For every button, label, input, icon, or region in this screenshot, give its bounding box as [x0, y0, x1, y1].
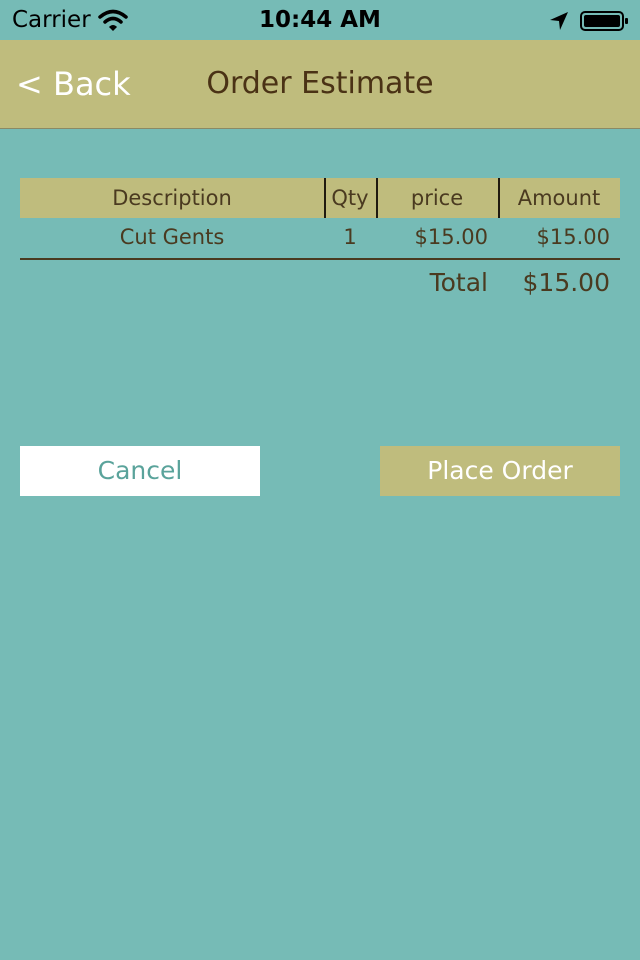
- header-qty: Qty: [331, 186, 369, 210]
- order-table: Description Qty price Amount Cut Gents 1…: [20, 178, 620, 258]
- cancel-button[interactable]: Cancel: [20, 446, 260, 496]
- battery-icon: [580, 11, 628, 31]
- location-arrow-icon: [550, 12, 568, 30]
- status-time: 10:44 AM: [259, 7, 381, 33]
- total-label: Total: [429, 268, 488, 297]
- total-value: $15.00: [522, 268, 610, 297]
- row-amount: $15.00: [536, 225, 610, 249]
- back-button[interactable]: < Back: [16, 64, 131, 104]
- table-row: Cut Gents 1 $15.00 $15.00: [20, 218, 620, 258]
- place-order-button[interactable]: Place Order: [380, 446, 620, 496]
- header-description: Description: [112, 186, 232, 210]
- row-qty: 1: [343, 225, 357, 249]
- table-header: Description Qty price Amount: [20, 178, 620, 218]
- row-price: $15.00: [414, 225, 488, 249]
- navigation-bar: < Back Order Estimate: [0, 40, 640, 129]
- page-title: Order Estimate: [206, 66, 434, 101]
- header-amount: Amount: [517, 186, 601, 210]
- status-bar: Carrier 10:44 AM: [0, 0, 640, 40]
- row-description: Cut Gents: [119, 225, 225, 249]
- table-divider: [20, 258, 620, 260]
- header-price: price: [410, 186, 464, 210]
